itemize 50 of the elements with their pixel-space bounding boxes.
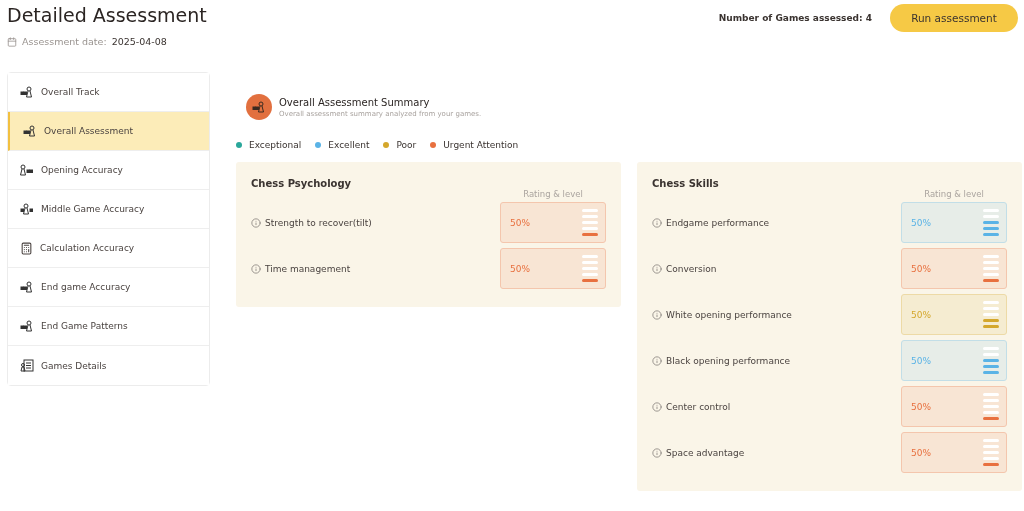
metric-label: Endgame performance xyxy=(666,217,770,228)
legend-label: Poor xyxy=(396,140,417,150)
info-icon[interactable] xyxy=(652,263,662,274)
rating-heading: Rating & level xyxy=(923,189,985,199)
page-title: Detailed Assessment xyxy=(7,4,207,26)
pawn-icon xyxy=(20,319,34,333)
legend-label: Excellent xyxy=(328,140,370,150)
rating-value: 50% xyxy=(911,263,931,274)
games-count: Number of Games assessed: 4 xyxy=(718,13,872,23)
panel-title: Chess Psychology xyxy=(251,178,353,189)
info-icon[interactable] xyxy=(652,355,662,366)
panel-title: Chess Skills xyxy=(652,178,720,189)
info-icon[interactable] xyxy=(652,309,662,320)
run-assessment-button[interactable]: Run assessment xyxy=(890,4,1018,32)
info-icon[interactable] xyxy=(251,263,261,274)
pawn-icon xyxy=(20,280,34,294)
metric-label: Strength to recover(tilt) xyxy=(265,217,372,228)
summary-icon xyxy=(246,94,272,120)
summary-title: Overall Assessment Summary xyxy=(279,96,431,108)
metric-label: Black opening performance xyxy=(666,355,791,366)
assessment-date: 2025-04-08 xyxy=(111,36,167,47)
rating-value: 50% xyxy=(510,263,530,274)
info-icon[interactable] xyxy=(652,217,662,228)
legend-label: Exceptional xyxy=(249,140,302,150)
pawn-icon xyxy=(20,163,34,177)
pawn-icon xyxy=(23,124,37,138)
info-icon[interactable] xyxy=(652,401,662,412)
rating-value: 50% xyxy=(911,401,931,412)
metric-label: Conversion xyxy=(666,263,717,274)
rating-value: 50% xyxy=(911,355,931,366)
metric-label: Time management xyxy=(265,263,351,274)
date-label: Assessment date: xyxy=(22,36,107,47)
metric-label: Center control xyxy=(666,401,731,412)
rating-heading: Rating & level xyxy=(522,189,584,199)
calendar-icon xyxy=(7,36,17,47)
pawn-icon xyxy=(20,202,34,216)
sidebar-item[interactable]: Overall Assessment xyxy=(8,112,209,151)
document-icon xyxy=(20,359,34,372)
info-icon[interactable] xyxy=(652,447,662,458)
calculator-icon xyxy=(20,241,33,255)
rating-value: 50% xyxy=(911,217,931,228)
rating-value: 50% xyxy=(510,217,530,228)
pawn-icon xyxy=(20,85,34,99)
rating-value: 50% xyxy=(911,447,931,458)
metric-label: Space advantage xyxy=(666,447,745,458)
rating-value: 50% xyxy=(911,309,931,320)
legend-label: Urgent Attention xyxy=(443,140,519,150)
metric-label: White opening performance xyxy=(666,309,792,320)
sidebar-item[interactable]: Overall Track xyxy=(8,73,209,112)
info-icon[interactable] xyxy=(251,217,261,228)
